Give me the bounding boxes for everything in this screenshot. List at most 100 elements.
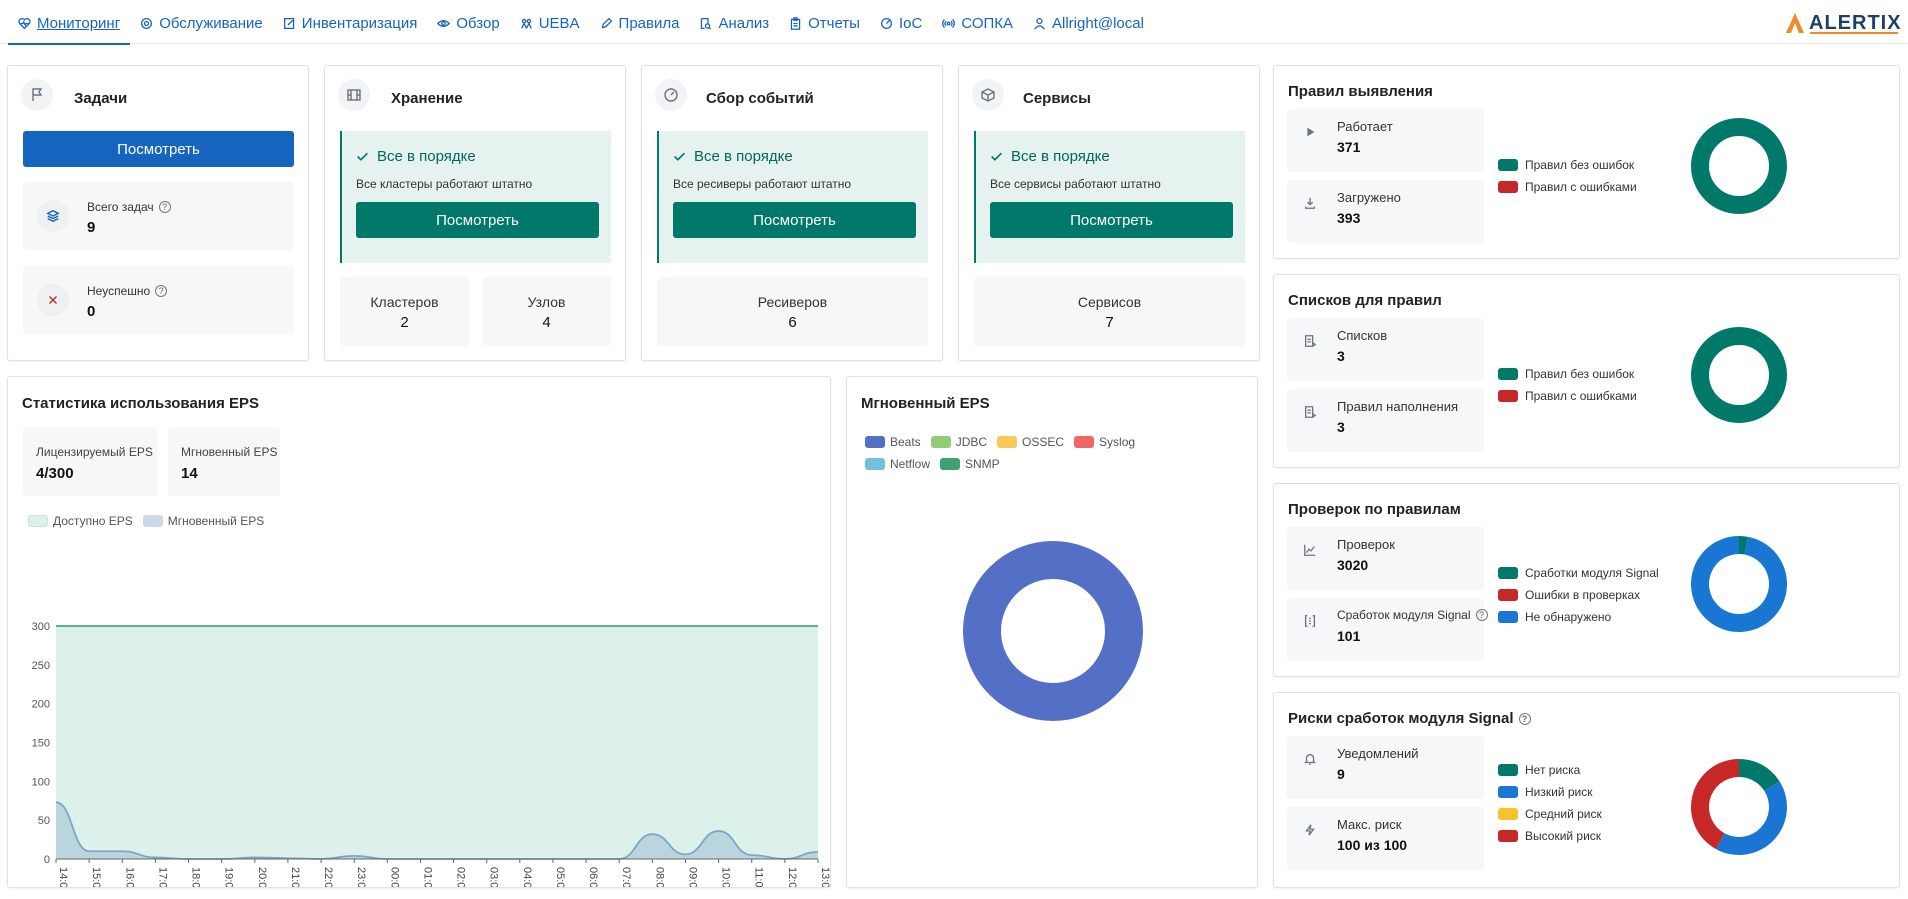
nav-reports[interactable]: Отчеты [779,12,870,34]
nav-rules[interactable]: Правила [590,12,690,34]
legend-item-jdbc[interactable]: JDBC [930,431,987,453]
users-icon [520,18,532,29]
nav-user[interactable]: Allright@local [1023,12,1154,34]
legend-item-ok[interactable]: Правил без ошибок [1498,154,1637,176]
slice-правил-без-ошибок[interactable] [1691,118,1787,214]
fill-rules-label: Правил наполнения [1337,399,1459,414]
storage-ok-sub: Все кластеры работают штатно [356,177,533,191]
legend-item-signal[interactable]: Сработки модуля Signal [1498,562,1659,584]
nav-ioc-label: IoC [898,14,923,32]
services-view-button[interactable]: Посмотреть [990,202,1233,238]
receivers-box: Ресиверов 6 [657,277,928,346]
slice-beats[interactable] [963,541,1143,721]
slice-не-обнаружено[interactable] [1691,536,1787,632]
legend-swatch [940,458,961,470]
legend-item-low[interactable]: Низкий риск [1498,781,1602,803]
legend-item-ok[interactable]: Правил без ошибок [1498,363,1637,385]
nav-analysis[interactable]: Анализ [689,12,779,34]
slice-правил-без-ошибок[interactable] [1691,327,1787,423]
storage-ok-title: Все в порядке [356,148,476,165]
x-tick-label: 16:00 [123,867,135,887]
nodes-label: Узлов [527,294,566,310]
legend-item-notfound[interactable]: Не обнаружено [1498,606,1659,628]
help-icon[interactable]: ? [1518,712,1531,725]
legend-item-beats[interactable]: Beats [865,431,921,453]
help-icon[interactable]: ? [158,201,171,213]
legend-errors-label: Ошибки в проверках [1525,588,1641,602]
slice-низкий-риск[interactable] [1715,781,1787,855]
trend-icon-wrap [1296,536,1324,564]
storage-view-button[interactable]: Посмотреть [356,202,599,238]
signal-risks-card: Риски сработок модуля Signal? Уведомлени… [1273,692,1900,888]
legend-item-errors[interactable]: Ошибки в проверках [1498,584,1659,606]
logo-underline [1810,32,1898,34]
bracket-list-icon [1304,615,1316,627]
nav-inventory[interactable]: Инвентаризация [273,12,428,34]
instant-eps-legend: Beats JDBC OSSEC Syslog Netflow SNMP [865,431,1185,475]
services-card: Сервисы Все в порядке Все сервисы работа… [958,65,1260,361]
tasks-failed-label-text: Неуспешно [87,284,151,298]
legend-swatch [1498,589,1518,601]
nav-sopka[interactable]: СОПКА [932,12,1023,34]
legend-available-eps[interactable]: Доступно EPS [28,514,133,528]
signal-risks-title: Риски сработок модуля Signal? [1288,710,1531,727]
storage-icon [347,89,361,101]
legend-err-label: Правил с ошибками [1525,389,1637,403]
clusters-label: Кластеров [370,294,439,310]
legend-item-syslog[interactable]: Syslog [1074,431,1135,453]
eps-stats-card: Статистика использования EPS Лицензируем… [7,376,831,888]
nav-user-label: Allright@local [1052,14,1144,32]
nav-maintenance[interactable]: Обслуживание [130,12,273,34]
gear-icon [141,17,153,29]
cube-icon [981,88,995,102]
slice-высокий-риск[interactable] [1691,759,1739,850]
legend-available-label: Доступно EPS [53,514,133,528]
download-icon [1304,197,1316,209]
legend-item-err[interactable]: Правил с ошибками [1498,176,1637,198]
y-tick-label: 100 [32,776,50,788]
layout-toggle[interactable] [1154,12,1176,34]
signal-risks-title-text: Риски сработок модуля Signal [1288,710,1514,727]
detection-rules-donut [1691,118,1787,214]
legend-instant-label: Мгновенный EPS [167,514,265,528]
nav-ueba[interactable]: UEBA [510,12,590,34]
signal-risks-donut [1691,759,1787,855]
licensed-eps-label: Лицензируемый EPS [36,445,153,459]
collection-icon-wrap [655,79,687,111]
legend-swatch [28,515,48,527]
rule-checks-title: Проверок по правилам [1288,501,1461,518]
nav-overview[interactable]: Обзор [427,12,509,34]
eps-area-chart: 0 50 100 150 200 250 300 14:00 15:00 16:00 17:00 18… [32,621,830,887]
help-icon[interactable]: ? [155,285,168,297]
x-tick-label: 04:00 [521,867,533,887]
tasks-view-button[interactable]: Посмотреть [23,131,294,167]
nav-ioc[interactable]: IoC [870,12,932,34]
y-tick-label: 150 [32,738,50,750]
legend-item-err[interactable]: Правил с ошибками [1498,385,1637,407]
instant-eps-donut [963,541,1143,721]
legend-item-mid[interactable]: Средний риск [1498,803,1602,825]
legend-signal-label: Сработки модуля Signal [1525,566,1659,580]
list-doc-icon-wrap [1296,327,1324,355]
legend-instant-eps[interactable]: Мгновенный EPS [142,514,265,528]
notifications-value: 9 [1337,766,1345,782]
legend-item-high[interactable]: Высокий риск [1498,825,1602,847]
collection-view-button[interactable]: Посмотреть [673,202,916,238]
legend-item-snmp[interactable]: SNMP [940,453,1000,475]
nav-monitoring-label: Мониторинг [37,14,121,32]
nav-rules-label: Правила [618,14,680,32]
bell-icon [1304,753,1316,765]
signal-hits-label: Сработок модуля Signal? [1337,608,1488,622]
rules-running-label: Работает [1337,119,1393,134]
detection-rules-legend: Правил без ошибок Правил с ошибками [1498,154,1637,198]
bracket-icon-wrap [1296,607,1324,635]
instant-eps-value: 14 [181,465,198,482]
help-icon[interactable]: ? [1475,609,1488,621]
legend-item-none[interactable]: Нет риска [1498,759,1602,781]
legend-item-ossec[interactable]: OSSEC [997,431,1064,453]
legend-item-netflow[interactable]: Netflow [865,453,930,475]
legend-swatch [1074,436,1095,448]
list-doc-icon [1304,335,1317,347]
legend-label: Syslog [1099,435,1136,449]
nav-monitoring[interactable]: Мониторинг [8,12,131,45]
